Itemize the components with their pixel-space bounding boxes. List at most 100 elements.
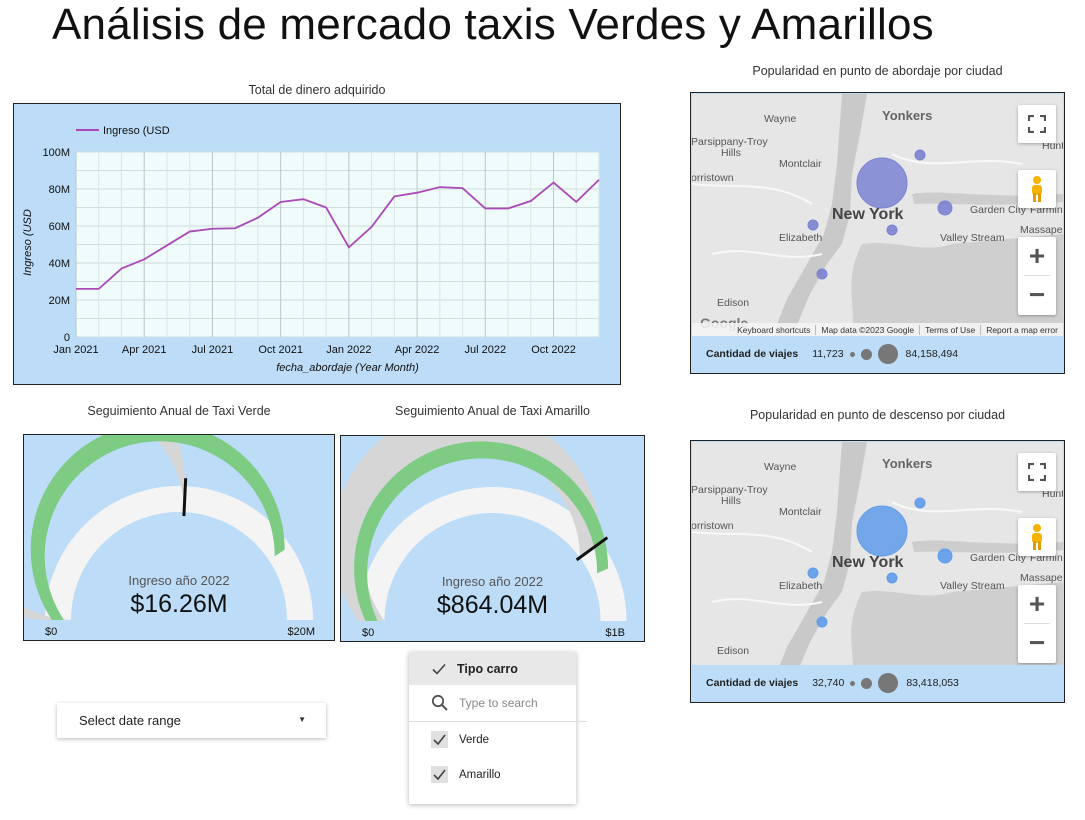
- map-canvas[interactable]: Wayne Yonkers Parsippany-Troy Hills Mont…: [692, 94, 1063, 337]
- place-label: Hills: [721, 147, 741, 159]
- search-input[interactable]: Type to search: [459, 696, 538, 710]
- gauge-verde-value: $16.26M: [130, 590, 228, 618]
- x-tick-label: Oct 2022: [531, 344, 576, 356]
- zoom-in-icon[interactable]: +: [1018, 237, 1056, 275]
- map-bubble: [816, 616, 828, 628]
- map-abordaje-panel: Wayne Yonkers Parsippany-Troy Hills Mont…: [690, 92, 1065, 374]
- map-bubble: [807, 567, 819, 579]
- legend-label: Cantidad de viajes: [706, 677, 799, 689]
- checkbox-check-icon[interactable]: [431, 766, 448, 783]
- gauge-verde-title: Seguimiento Anual de Taxi Verde: [87, 404, 271, 418]
- legend-dot-large: [878, 673, 899, 693]
- x-tick-label: Jul 2022: [465, 344, 507, 356]
- place-label: orristown: [692, 172, 734, 184]
- tipo-carro-filter: Tipo carro Type to search Verde Amarillo: [409, 652, 587, 804]
- gauge-target-marker: [182, 478, 188, 517]
- y-tick-label: 100M: [42, 147, 70, 159]
- page-title: Análisis de mercado taxis Verdes y Amari…: [52, 0, 934, 49]
- x-tick-label: Jan 2021: [53, 344, 98, 356]
- zoom-controls: + −: [1018, 585, 1056, 663]
- gauge-verde-panel: Ingreso año 2022 $16.26M $0 $20M: [23, 434, 335, 641]
- x-tick-label: Jan 2022: [326, 344, 371, 356]
- x-tick-label: Apr 2022: [395, 344, 440, 356]
- zoom-controls: + −: [1018, 237, 1056, 315]
- date-range-picker[interactable]: Select date range ▼: [57, 703, 326, 738]
- y-axis-title: Ingreso (USD: [22, 209, 34, 276]
- gauge-verde-min: $0: [45, 626, 58, 638]
- line-chart-title: Total de dinero adquirido: [248, 83, 386, 97]
- map-legend: Cantidad de viajes 11,723 84,158,494: [692, 336, 1063, 372]
- x-axis-title: fecha_abordaje (Year Month): [276, 362, 419, 374]
- legend-dot-small: [850, 680, 856, 686]
- map-descenso-title: Popularidad en punto de descenso por ciu…: [749, 408, 1006, 422]
- map-attribution: Keyboard shortcuts Map data ©2023 Google…: [692, 323, 1063, 337]
- gauge-amarillo-panel: Ingreso año 2022 $864.04M $0 $1B: [340, 435, 645, 642]
- filter-option-label: Amarillo: [459, 768, 501, 781]
- gauge-verde-max: $20M: [287, 626, 315, 638]
- filter-header-label: Tipo carro: [457, 661, 518, 676]
- map-bubble: [937, 200, 953, 216]
- legend-dot-medium: [861, 677, 873, 689]
- legend-max: 83,418,053: [906, 677, 959, 689]
- keyboard-shortcuts-link[interactable]: Keyboard shortcuts: [732, 325, 815, 335]
- map-data-text: Map data ©2023 Google: [815, 325, 919, 335]
- dropdown-arrow-icon: ▼: [298, 715, 306, 724]
- gauge-amarillo-min: $0: [362, 627, 375, 639]
- filter-search[interactable]: Type to search: [409, 685, 587, 722]
- fullscreen-icon[interactable]: [1018, 105, 1056, 143]
- place-label: Valley Stream: [940, 232, 1005, 244]
- place-label: Yonkers: [882, 108, 933, 123]
- map-legend: Cantidad de viajes 32,740 83,418,053: [692, 665, 1063, 701]
- place-label: orristown: [692, 520, 734, 532]
- y-tick-label: 40M: [49, 258, 70, 270]
- place-label: Elizabeth: [779, 232, 823, 244]
- place-label: Massape: [1020, 224, 1063, 236]
- map-bubble: [807, 219, 819, 231]
- legend-dot-medium: [860, 348, 872, 360]
- map-bubble: [856, 157, 908, 209]
- legend-label: Cantidad de viajes: [706, 348, 799, 360]
- line-chart-panel: 0 20M 40M 60M 80M 100M Jan 2021 Apr 2021 Jul 202…: [13, 103, 621, 385]
- gauge-amarillo-value: $864.04M: [436, 591, 549, 619]
- legend-dot-large: [877, 344, 898, 364]
- filter-option-amarillo[interactable]: Amarillo: [409, 757, 576, 792]
- legend-max: 84,158,494: [905, 348, 959, 360]
- x-tick-label: Jul 2021: [192, 344, 234, 356]
- map-bubble: [914, 497, 926, 509]
- pegman-icon[interactable]: [1018, 518, 1056, 556]
- x-tick-label: Oct 2021: [258, 344, 303, 356]
- zoom-out-icon[interactable]: −: [1018, 624, 1056, 662]
- gauge-verde-label: Ingreso año 2022: [128, 573, 230, 588]
- map-abordaje-title: Popularidad en punto de abordaje por ciu…: [752, 64, 1003, 78]
- map-canvas[interactable]: Wayne Yonkers Parsippany-Troy Hills Mont…: [692, 442, 1063, 685]
- report-error-link[interactable]: Report a map error: [980, 325, 1063, 335]
- gauge-amarillo-title: Seguimiento Anual de Taxi Amarillo: [394, 404, 591, 418]
- place-label: Valley Stream: [940, 580, 1005, 592]
- place-label: Massape: [1020, 572, 1063, 584]
- gauge-amarillo-label: Ingreso año 2022: [441, 574, 544, 589]
- map-bubble: [886, 224, 898, 236]
- pegman-icon[interactable]: [1018, 170, 1056, 208]
- select-all-check-icon[interactable]: [431, 661, 447, 677]
- legend-min: 11,723: [812, 348, 844, 360]
- map-bubble: [886, 572, 898, 584]
- terms-link[interactable]: Terms of Use: [919, 325, 980, 335]
- checkbox-check-icon[interactable]: [431, 731, 448, 748]
- filter-header[interactable]: Tipo carro: [409, 652, 576, 685]
- legend-min: 32,740: [812, 677, 845, 689]
- place-label: Edison: [717, 645, 750, 657]
- place-label: Wayne: [764, 113, 797, 125]
- filter-option-verde[interactable]: Verde: [409, 722, 576, 757]
- place-label: Montclair: [779, 506, 822, 518]
- legend-dot-small: [849, 351, 855, 357]
- y-tick-label: 0: [64, 332, 70, 344]
- zoom-out-icon[interactable]: −: [1018, 276, 1056, 314]
- fullscreen-icon[interactable]: [1018, 453, 1056, 491]
- place-label: Montclair: [779, 158, 822, 170]
- place-label: Hills: [721, 495, 741, 507]
- place-label: New York: [832, 206, 904, 223]
- zoom-in-icon[interactable]: +: [1018, 585, 1056, 623]
- map-bubble: [914, 149, 926, 161]
- line-chart: 0 20M 40M 60M 80M 100M Jan 2021 Apr 2021 Jul 202…: [22, 125, 600, 374]
- place-label: Wayne: [764, 461, 797, 473]
